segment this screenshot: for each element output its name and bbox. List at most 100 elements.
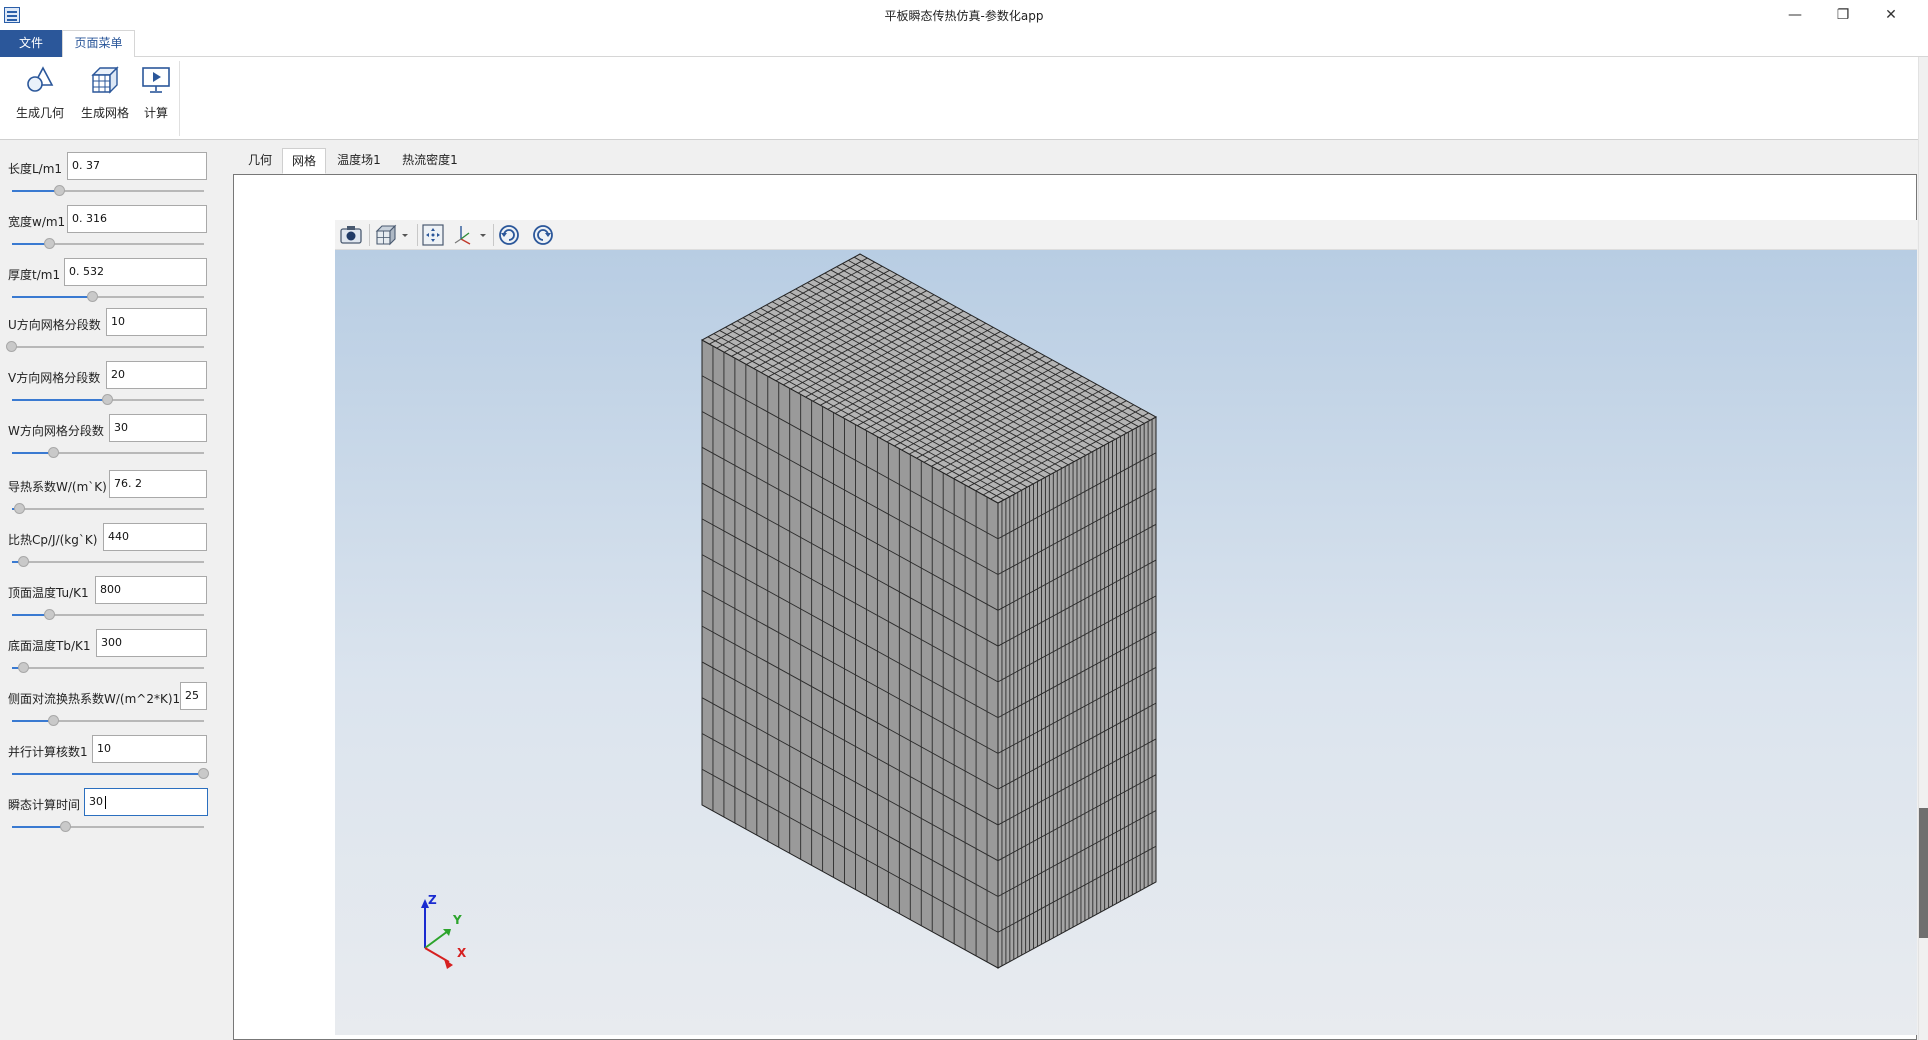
param-value-top-temperature: 800 [100, 583, 121, 596]
param-value-u-divisions: 10 [111, 315, 125, 328]
axis-triad: Z Y X [421, 893, 467, 969]
mesh-icon [91, 66, 119, 94]
param-value-length: 0. 37 [72, 159, 100, 172]
param-label-u-divisions: U方向网格分段数 [8, 318, 101, 332]
param-input-thickness[interactable]: 0. 532 [64, 258, 207, 286]
param-slider-thumb-transient-time[interactable] [60, 821, 71, 832]
compute-label: 计算 [143, 106, 168, 120]
param-slider-thumb-specific-heat[interactable] [18, 556, 29, 567]
param-slider-fill-length [12, 190, 60, 192]
param-slider-track-conductivity[interactable] [12, 508, 204, 510]
param-input-w-divisions[interactable]: 30 [109, 414, 207, 442]
param-label-top-temperature: 顶面温度Tu/K1 [8, 586, 89, 600]
param-input-u-divisions[interactable]: 10 [106, 308, 207, 336]
param-label-thickness: 厚度t/m1 [8, 268, 61, 282]
tab-mesh[interactable]: 网格 [282, 148, 326, 174]
param-value-parallel-cores: 10 [97, 742, 111, 755]
param-input-parallel-cores[interactable]: 10 [92, 735, 207, 763]
minimize-icon[interactable]: — [1772, 0, 1818, 30]
parameter-panel: 长度L/m1 0. 37 宽度w/m1 0. 316 厚度t/m1 0. 532 U方向网格… [0, 140, 232, 1040]
tab-temperature-field[interactable]: 温度场1 [330, 148, 388, 174]
param-slider-thumb-side-convection[interactable] [48, 715, 59, 726]
param-slider-track-u-divisions[interactable] [12, 346, 204, 348]
generate-geometry-label: 生成几何 [15, 106, 64, 120]
tab-heat-flux[interactable]: 热流密度1 [394, 148, 466, 174]
ribbon-separator [179, 61, 180, 136]
param-slider-thumb-bottom-temperature[interactable] [18, 662, 29, 673]
toolbar-separator [493, 224, 494, 246]
param-slider-thumb-v-divisions[interactable] [102, 394, 113, 405]
mesh-box [700, 253, 1158, 969]
app-window: 平板瞬态传热仿真-参数化app — ❐ ✕ 文件 页面菜单 生成几何 生成网格 … [0, 0, 1928, 1040]
param-slider-thumb-conductivity[interactable] [14, 503, 25, 514]
tab-geometry[interactable]: 几何 [240, 148, 280, 174]
tab-file[interactable]: 文件 [0, 30, 62, 57]
param-slider-thumb-top-temperature[interactable] [44, 609, 55, 620]
param-value-conductivity: 76. 2 [114, 477, 142, 490]
ribbon-tab-bar: 文件 页面菜单 [0, 30, 1928, 58]
param-value-specific-heat: 440 [108, 530, 129, 543]
param-slider-track-specific-heat[interactable] [12, 561, 204, 563]
param-slider-fill-thickness [12, 296, 93, 298]
compute-icon [142, 67, 170, 93]
fit-view-icon[interactable] [421, 223, 445, 247]
param-input-bottom-temperature[interactable]: 300 [96, 629, 207, 657]
param-label-bottom-temperature: 底面温度Tb/K1 [8, 639, 91, 653]
param-input-top-temperature[interactable]: 800 [95, 576, 207, 604]
axes-icon[interactable] [453, 223, 489, 247]
toolbar-separator [369, 224, 370, 246]
rotate-left-icon[interactable] [497, 223, 521, 247]
param-input-conductivity[interactable]: 76. 2 [109, 470, 207, 498]
param-slider-track-bottom-temperature[interactable] [12, 667, 204, 669]
viewer-toolbar [335, 220, 1917, 250]
param-input-width[interactable]: 0. 316 [67, 205, 207, 233]
tab-page-menu[interactable]: 页面菜单 [62, 30, 135, 58]
x-axis-label: X [457, 946, 467, 960]
param-slider-fill-parallel-cores [12, 773, 204, 775]
rotate-right-icon[interactable] [531, 223, 555, 247]
generate-mesh-button[interactable]: 生成网格 [79, 65, 131, 121]
param-input-v-divisions[interactable]: 20 [106, 361, 207, 389]
y-axis-line [424, 930, 449, 949]
param-slider-thumb-w-divisions[interactable] [48, 447, 59, 458]
param-slider-thumb-length[interactable] [54, 185, 65, 196]
param-value-side-convection: 25 [185, 689, 199, 702]
generate-geometry-button[interactable]: 生成几何 [14, 65, 66, 121]
param-value-width: 0. 316 [72, 212, 107, 225]
view-cube-icon[interactable] [373, 223, 411, 247]
param-label-transient-time: 瞬态计算时间 [8, 798, 81, 812]
geometry-icon [27, 66, 54, 92]
3d-viewport[interactable]: Z Y X [335, 250, 1917, 1035]
param-slider-thumb-parallel-cores[interactable] [198, 768, 209, 779]
param-label-w-divisions: W方向网格分段数 [8, 424, 104, 438]
toolbar-separator [417, 224, 418, 246]
compute-button[interactable]: 计算 [140, 65, 172, 121]
param-row-transient-time: 瞬态计算时间 30 [0, 786, 232, 848]
param-input-specific-heat[interactable]: 440 [103, 523, 207, 551]
param-slider-fill-v-divisions [12, 399, 108, 401]
param-input-transient-time[interactable]: 30 [84, 788, 208, 816]
param-label-side-convection: 侧面对流换热系数W/(m^2*K)1 [8, 692, 181, 706]
param-label-v-divisions: V方向网格分段数 [8, 371, 101, 385]
scrollbar-thumb[interactable] [1919, 808, 1928, 938]
camera-icon[interactable] [339, 223, 363, 247]
close-icon[interactable]: ✕ [1868, 0, 1914, 30]
param-slider-thumb-width[interactable] [44, 238, 55, 249]
param-label-length: 长度L/m1 [8, 162, 63, 176]
param-slider-thumb-u-divisions[interactable] [6, 341, 17, 352]
param-row-w-divisions: W方向网格分段数 30 [0, 412, 232, 474]
param-label-width: 宽度w/m1 [8, 215, 66, 229]
restore-icon[interactable]: ❐ [1820, 0, 1866, 30]
generate-mesh-label: 生成网格 [80, 106, 129, 120]
x-axis-arrow [444, 959, 453, 969]
param-input-side-convection[interactable]: 25 [180, 682, 207, 710]
param-slider-thumb-thickness[interactable] [87, 291, 98, 302]
param-slider-fill-transient-time [12, 826, 66, 828]
window-title: 平板瞬态传热仿真-参数化app [884, 9, 1044, 23]
param-input-length[interactable]: 0. 37 [67, 152, 207, 180]
param-value-thickness: 0. 532 [69, 265, 104, 278]
param-value-w-divisions: 30 [114, 421, 128, 434]
mesh-canvas: Z Y X [421, 253, 1158, 969]
text-caret [105, 795, 106, 809]
param-value-bottom-temperature: 300 [101, 636, 122, 649]
